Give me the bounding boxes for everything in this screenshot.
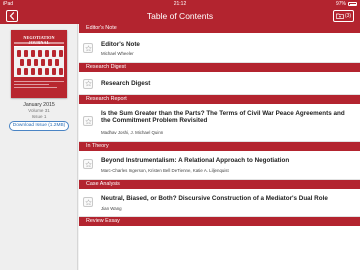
- article-row[interactable]: Beyond Instrumentalism: A Relational App…: [79, 151, 360, 180]
- article-authors: Madhav Joshi, J. Michael Quinn: [101, 130, 164, 135]
- section-header: Research Digest: [79, 63, 360, 72]
- article-authors: Marc-Charles Ingerson, Kristen Bell DeTi…: [101, 168, 229, 173]
- favorite-button[interactable]: [83, 43, 93, 53]
- cover-artwork: [14, 47, 64, 77]
- cover-subtitle-bar: [14, 42, 64, 44]
- cover-title: NEGOTIATION JOURNAL: [14, 35, 64, 47]
- journal-cover-image[interactable]: NEGOTIATION JOURNAL: [11, 30, 67, 98]
- saved-count: (3): [344, 13, 352, 19]
- clock: 21:12: [173, 1, 187, 7]
- status-bar: iPad 21:12 97%: [0, 0, 360, 8]
- navigation-bar: Table of Contents (3): [0, 8, 360, 24]
- folder-star-icon: [336, 13, 344, 19]
- article-title: Research Digest: [101, 79, 151, 87]
- section-header: In Theory: [79, 142, 360, 151]
- issue-sidebar: NEGOTIATION JOURNAL January 2015 Volume …: [0, 24, 78, 270]
- battery-status: 97%: [336, 0, 357, 8]
- article-row[interactable]: Neutral, Biased, or Both? Discursive Con…: [79, 189, 360, 217]
- page-title: Table of Contents: [146, 11, 214, 21]
- article-title: Beyond Instrumentalism: A Relational App…: [101, 157, 290, 164]
- section-header: Editor's Note: [79, 24, 360, 33]
- section-header: Review Essay: [79, 217, 360, 226]
- article-row[interactable]: Research Digest: [79, 72, 360, 95]
- article-title: Neutral, Biased, or Both? Discursive Con…: [101, 194, 328, 202]
- star-icon: [84, 80, 92, 87]
- article-authors: Michael Wheeler: [101, 51, 134, 56]
- star-icon: [84, 160, 92, 167]
- section-header: Case Analysis: [79, 180, 360, 189]
- star-icon: [84, 117, 92, 124]
- table-of-contents: Editor's Note Editor's Note Michael Whee…: [79, 24, 360, 270]
- download-issue-button[interactable]: Download Issue (1.2MB): [9, 121, 69, 131]
- section-header: Research Report: [79, 95, 360, 104]
- favorite-button[interactable]: [83, 197, 93, 207]
- article-row[interactable]: Is the Sum Greater than the Parts? The T…: [79, 104, 360, 142]
- article-authors: Jian Wang: [101, 205, 122, 211]
- star-icon: [84, 198, 92, 205]
- saved-articles-button[interactable]: (3): [333, 10, 354, 22]
- article-title: Is the Sum Greater than the Parts? The T…: [101, 110, 345, 125]
- battery-percent: 97%: [335, 1, 346, 7]
- issue-volume: Volume 31: [28, 108, 50, 113]
- cover-text-lines: [14, 81, 64, 90]
- favorite-button[interactable]: [83, 78, 93, 89]
- favorite-button[interactable]: [83, 116, 93, 126]
- battery-icon: [348, 2, 357, 6]
- article-title: Editor's Note: [101, 41, 140, 48]
- article-row[interactable]: Editor's Note Michael Wheeler: [79, 33, 360, 63]
- star-icon: [84, 44, 92, 51]
- favorite-button[interactable]: [83, 159, 93, 169]
- issue-number: Issue 1: [31, 113, 47, 119]
